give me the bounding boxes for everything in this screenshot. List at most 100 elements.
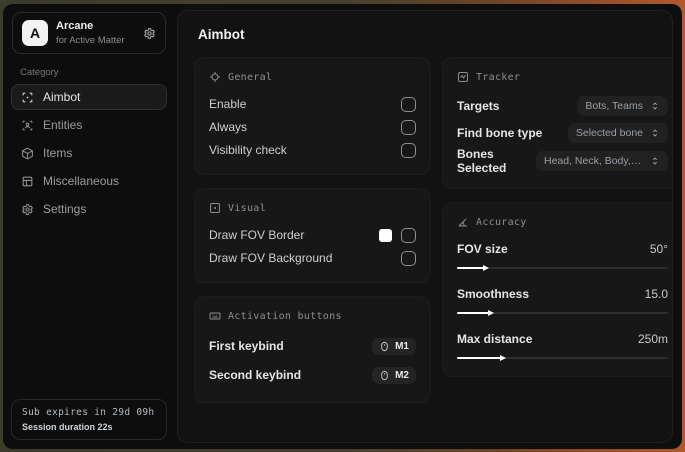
setting-label: Bones Selected	[457, 147, 507, 175]
slider-value: 50°	[649, 242, 668, 256]
setting-label: First keybind	[209, 339, 284, 353]
smoothness-slider[interactable]	[457, 310, 668, 316]
setting-label: FOV size	[457, 242, 508, 256]
brand-card: A Arcane for Active Matter	[12, 12, 166, 55]
app-subtitle: for Active Matter	[56, 35, 125, 47]
sidebar-item-items[interactable]: Items	[11, 140, 167, 166]
setting-label: Draw FOV Background	[209, 251, 333, 265]
gear-icon[interactable]	[143, 27, 156, 40]
slider-fill	[457, 355, 507, 361]
section-title: Activation buttons	[228, 310, 342, 322]
setting-label: Enable	[209, 97, 247, 111]
fov-size-slider[interactable]	[457, 265, 668, 271]
setting-row-fov-size: FOV size 50°	[457, 238, 668, 271]
angle-icon	[457, 216, 469, 228]
app-name: Arcane	[56, 20, 94, 32]
keyboard-icon	[209, 310, 221, 322]
dropdown-value: Bots, Teams	[585, 100, 643, 112]
sidebar-item-label: Aimbot	[43, 90, 81, 105]
session-info-box: Sub expires in 29d 09h Session duration …	[11, 399, 167, 440]
setting-row-find-bone-type: Find bone type Selected bone	[457, 120, 668, 146]
visual-section-header: Visual	[209, 202, 416, 214]
dropdown-value: Head, Neck, Body, Pe...	[544, 155, 643, 167]
visibility-check-checkbox[interactable]	[401, 142, 416, 158]
right-column: Tracker Targets Bots, Teams Find bone ty…	[442, 57, 672, 390]
draw-fov-border-checkbox[interactable]	[401, 227, 416, 243]
mouse-icon	[379, 341, 390, 352]
select-arrows-icon	[650, 156, 660, 166]
eye-box-icon	[209, 202, 221, 214]
crosshair-icon	[209, 71, 221, 83]
panel-icon	[21, 175, 34, 188]
setting-label: Max distance	[457, 332, 533, 346]
find-bone-type-dropdown[interactable]: Selected bone	[567, 123, 668, 143]
radar-box-icon	[457, 71, 469, 83]
setting-label: Always	[209, 120, 248, 134]
activation-section-header: Activation buttons	[209, 310, 416, 322]
setting-label: Targets	[457, 99, 500, 113]
section-title: Visual	[228, 202, 266, 214]
sidebar-item-settings[interactable]: Settings	[11, 196, 167, 222]
max-distance-slider[interactable]	[457, 355, 668, 361]
setting-row-max-distance: Max distance 250m	[457, 328, 668, 361]
app-window: A Arcane for Active Matter Category Aimb…	[3, 4, 682, 449]
general-card: General Enable Always Visibility check	[194, 57, 431, 175]
category-label: Category	[20, 67, 59, 79]
setting-label: Draw FOV Border	[209, 228, 305, 242]
sidebar: A Arcane for Active Matter Category Aimb…	[3, 4, 175, 449]
sidebar-nav: Aimbot Entities Items Miscellaneous Sett…	[11, 84, 167, 224]
setting-label: Find bone type	[457, 126, 543, 140]
activation-card: Activation buttons First keybind M1 Seco…	[194, 296, 431, 403]
section-title: Tracker	[476, 71, 521, 83]
second-keybind-button[interactable]: M2	[372, 366, 416, 384]
select-arrows-icon	[650, 128, 660, 138]
tracker-section-header: Tracker	[457, 71, 668, 83]
slider-fill	[457, 310, 494, 316]
draw-fov-background-checkbox[interactable]	[401, 250, 416, 266]
section-title: Accuracy	[476, 216, 527, 228]
sub-expiry-text: Sub expires in 29d 09h	[22, 407, 155, 418]
keybind-value: M2	[395, 369, 409, 381]
accuracy-section-header: Accuracy	[457, 216, 668, 228]
entity-scan-icon	[21, 119, 34, 132]
sidebar-item-entities[interactable]: Entities	[11, 112, 167, 138]
setting-row-always: Always	[209, 116, 416, 138]
keybind-value: M1	[395, 340, 409, 352]
left-column: General Enable Always Visibility check V…	[194, 57, 431, 416]
select-arrows-icon	[650, 101, 660, 111]
crosshair-scan-icon	[21, 91, 34, 104]
setting-row-smoothness: Smoothness 15.0	[457, 283, 668, 316]
mouse-icon	[379, 370, 390, 381]
setting-row-first-keybind: First keybind M1	[209, 332, 416, 360]
targets-dropdown[interactable]: Bots, Teams	[577, 96, 668, 116]
sidebar-item-label: Entities	[43, 118, 83, 133]
bones-selected-dropdown[interactable]: Head, Neck, Body, Pe...	[536, 151, 668, 171]
general-section-header: General	[209, 71, 416, 83]
dropdown-value: Selected bone	[575, 127, 643, 139]
accuracy-card: Accuracy FOV size 50° Smoothness 15.0 Ma…	[442, 202, 672, 377]
visual-card: Visual Draw FOV Border Draw FOV Backgrou…	[194, 188, 431, 283]
setting-label: Visibility check	[209, 143, 287, 157]
gear-icon	[21, 203, 34, 216]
section-title: General	[228, 71, 273, 83]
sidebar-item-aimbot[interactable]: Aimbot	[11, 84, 167, 111]
app-logo: A	[22, 20, 48, 47]
first-keybind-button[interactable]: M1	[372, 337, 416, 355]
brand-text: Arcane for Active Matter	[56, 20, 125, 46]
setting-row-second-keybind: Second keybind M2	[209, 361, 416, 389]
setting-label: Smoothness	[457, 287, 530, 301]
slider-fill	[457, 265, 490, 271]
setting-row-visibility-check: Visibility check	[209, 139, 416, 161]
setting-row-bones-selected: Bones Selected Head, Neck, Body, Pe...	[457, 147, 668, 175]
setting-row-draw-fov-border: Draw FOV Border	[209, 224, 416, 246]
always-checkbox[interactable]	[401, 119, 416, 135]
main-panel: Aimbot General Enable Always Visibility …	[177, 10, 673, 443]
color-swatch[interactable]	[379, 228, 392, 242]
tracker-card: Tracker Targets Bots, Teams Find bone ty…	[442, 57, 672, 189]
setting-row-targets: Targets Bots, Teams	[457, 93, 668, 119]
slider-value: 15.0	[644, 287, 668, 301]
enable-checkbox[interactable]	[401, 96, 416, 112]
sidebar-item-miscellaneous[interactable]: Miscellaneous	[11, 168, 167, 194]
setting-row-enable: Enable	[209, 93, 416, 115]
setting-row-draw-fov-background: Draw FOV Background	[209, 247, 416, 269]
